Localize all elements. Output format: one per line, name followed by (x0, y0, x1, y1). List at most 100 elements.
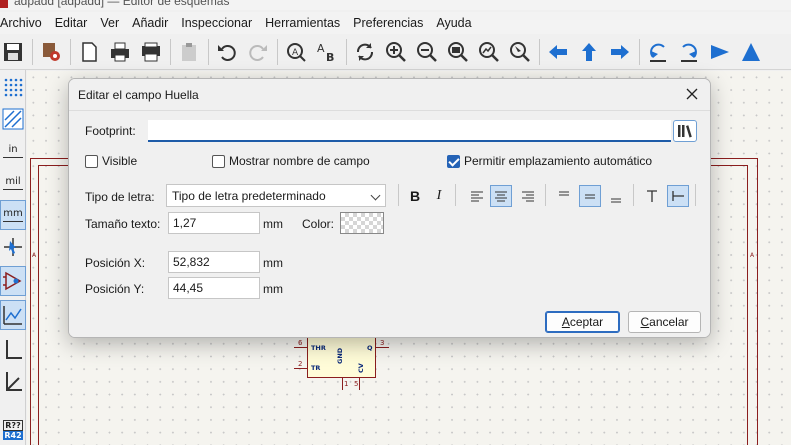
auto-place-checkbox[interactable]: Permitir emplazamiento automático (447, 154, 652, 168)
chevron-down-icon (370, 190, 381, 201)
main-toolbar: A AB (0, 34, 791, 70)
visible-checkbox[interactable]: Visible (85, 154, 137, 168)
schematic-setup-icon[interactable] (38, 38, 64, 66)
line-mode-45-icon[interactable] (0, 366, 26, 396)
cancel-label: ancelar (649, 315, 689, 329)
page-settings-icon[interactable] (76, 38, 102, 66)
format-separator (545, 184, 546, 206)
auto-place-label: Permitir emplazamiento automático (464, 154, 653, 168)
orientation-horizontal-icon[interactable] (641, 185, 663, 207)
edit-footprint-field-dialog: Editar el campo Huella Footprint: Visibl… (68, 78, 711, 338)
color-swatch[interactable] (340, 212, 384, 234)
paste-icon[interactable] (176, 38, 202, 66)
pos-y-input[interactable]: 44,45 (168, 277, 260, 299)
color-label: Color: (302, 217, 335, 231)
visible-checkbox-box[interactable] (85, 154, 98, 168)
pin-label-q: Q (367, 344, 373, 352)
align-center-icon[interactable] (490, 185, 512, 207)
svg-text:B: B (326, 51, 334, 63)
format-separator (455, 184, 456, 206)
valign-top-icon[interactable] (553, 185, 575, 207)
pin-num-6: 6 (298, 339, 303, 347)
align-right-icon[interactable] (517, 185, 539, 207)
show-field-name-checkbox[interactable]: Mostrar nombre de campo (212, 154, 370, 168)
pin-6-line (294, 347, 307, 348)
orientation-vertical-icon[interactable] (667, 185, 689, 207)
toolbar-separator (170, 38, 171, 65)
menu-editar[interactable]: Editar (55, 16, 95, 30)
units-in-button[interactable]: in (0, 136, 26, 166)
format-separator (633, 184, 634, 206)
mirror-horizontal-icon[interactable] (738, 38, 764, 66)
menu-preferencias[interactable]: Preferencias (353, 16, 430, 30)
menu-anadir[interactable]: Añadir (132, 16, 175, 30)
annotate-button[interactable]: R?? R42 (0, 416, 26, 444)
toolbar-separator (539, 38, 540, 65)
auto-place-checkbox-box[interactable] (447, 154, 460, 168)
valign-center-icon[interactable] (579, 185, 601, 207)
zoom-objects-icon[interactable] (476, 38, 502, 66)
close-icon[interactable] (684, 86, 700, 102)
zoom-fit-icon[interactable] (445, 38, 471, 66)
redo-icon[interactable] (245, 38, 271, 66)
find-icon[interactable]: A (283, 38, 309, 66)
cursor-icon[interactable] (0, 232, 26, 262)
italic-button[interactable]: I (428, 185, 450, 207)
navigate-forward-icon[interactable] (607, 38, 633, 66)
pin-num-1: 1 (344, 380, 349, 388)
library-browser-button[interactable] (673, 120, 697, 142)
show-field-name-checkbox-box[interactable] (212, 154, 225, 168)
navigate-back-icon[interactable] (545, 38, 571, 66)
undo-icon[interactable] (214, 38, 240, 66)
line-mode-90-icon[interactable] (0, 334, 26, 364)
rotate-cw-icon[interactable] (676, 38, 702, 66)
menu-inspeccionar[interactable]: Inspeccionar (181, 16, 259, 30)
mirror-vertical-icon[interactable] (707, 38, 733, 66)
frame-letter-right: A (750, 252, 755, 259)
left-toolbar: in mil mm R?? R42 (0, 70, 26, 445)
menu-ver[interactable]: Ver (100, 16, 126, 30)
visible-label: Visible (102, 154, 138, 168)
units-mm-button[interactable]: mm (0, 200, 26, 230)
align-left-icon[interactable] (466, 185, 488, 207)
menu-ayuda[interactable]: Ayuda (436, 16, 478, 30)
pin-label-gnd: GND (336, 347, 344, 364)
library-books-icon (678, 125, 692, 138)
wire-mode-icon[interactable] (0, 300, 26, 330)
pin-num-5: 5 (354, 380, 359, 388)
timer-component[interactable]: THR TR Q GND CV (307, 337, 376, 378)
valign-bottom-icon[interactable] (605, 185, 627, 207)
refresh-icon[interactable] (352, 38, 378, 66)
toolbar-separator (639, 38, 640, 65)
save-icon[interactable] (0, 38, 26, 66)
grid-icon[interactable] (0, 72, 26, 102)
hidden-pins-icon[interactable] (0, 266, 26, 296)
font-select[interactable]: Tipo de letra predeterminado (166, 184, 386, 207)
menu-archivo[interactable]: Archivo (0, 16, 49, 30)
text-size-input[interactable]: 1,27 (168, 212, 260, 234)
pin-2-line (294, 368, 307, 369)
pin-num-3: 3 (380, 339, 385, 347)
footprint-input[interactable] (148, 120, 671, 142)
find-replace-icon[interactable]: AB (314, 38, 340, 66)
toolbar-separator (208, 38, 209, 65)
text-size-unit: mm (263, 217, 283, 231)
accept-button[interactable]: Aceptar (545, 311, 620, 333)
print-icon[interactable] (107, 38, 133, 66)
zoom-in-icon[interactable] (383, 38, 409, 66)
pos-x-input[interactable]: 52,832 (168, 251, 260, 273)
toolbar-separator (32, 38, 33, 65)
footprint-label: Footprint: (85, 124, 136, 138)
rotate-ccw-icon[interactable] (645, 38, 671, 66)
navigate-up-icon[interactable] (576, 38, 602, 66)
app-icon (0, 0, 8, 8)
grid-overrides-icon[interactable] (0, 104, 26, 134)
zoom-out-icon[interactable] (414, 38, 440, 66)
cancel-button[interactable]: Cancelar (628, 311, 701, 333)
bold-button[interactable]: B (404, 185, 426, 207)
menu-herramientas[interactable]: Herramientas (265, 16, 347, 30)
annotate-label: R?? (3, 420, 23, 431)
plot-icon[interactable] (138, 38, 164, 66)
units-mil-button[interactable]: mil (0, 168, 26, 198)
zoom-selection-icon[interactable] (507, 38, 533, 66)
